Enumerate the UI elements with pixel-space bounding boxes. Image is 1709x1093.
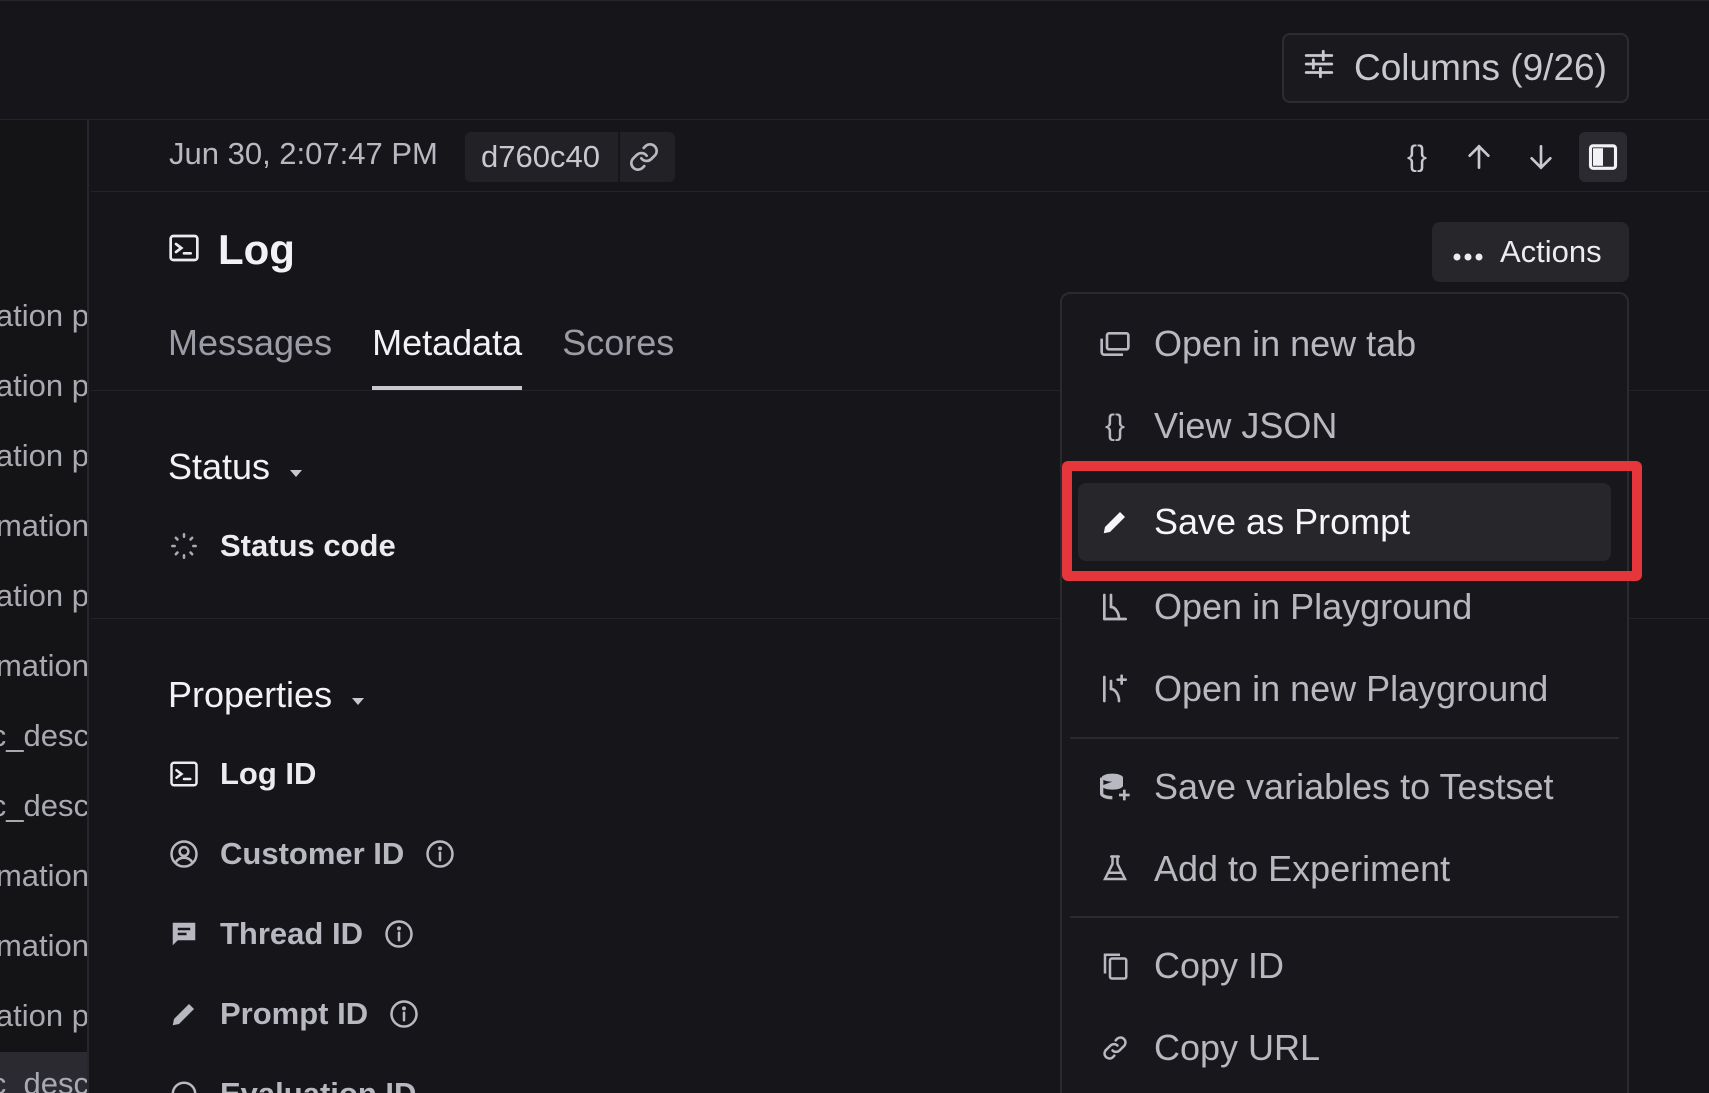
- property-evaluation-id: Evaluation ID: [168, 1076, 416, 1093]
- link-icon: [1098, 1031, 1132, 1065]
- evaluation-icon: [168, 1078, 200, 1093]
- columns-label: Columns (9/26): [1354, 47, 1607, 88]
- arrow-down-icon[interactable]: [1517, 132, 1565, 182]
- user-circle-icon: [168, 838, 200, 870]
- status-code-row: Status code: [168, 528, 396, 564]
- info-icon[interactable]: [383, 918, 415, 950]
- loading-icon: [168, 530, 200, 562]
- list-item[interactable]: ation p: [0, 438, 87, 474]
- property-customer-id: Customer ID: [168, 836, 456, 872]
- info-icon[interactable]: [388, 998, 420, 1030]
- list-item[interactable]: ation p: [0, 368, 87, 404]
- detail-tabs: Messages Metadata Scores: [168, 322, 674, 390]
- copy-icon: [1098, 949, 1132, 983]
- page-title: Log: [168, 226, 295, 274]
- status-section-title: Status: [168, 446, 271, 487]
- menu-item-open-new-tab[interactable]: Open in new tab: [1062, 309, 1627, 379]
- terminal-icon: [168, 758, 200, 790]
- property-prompt-id: Prompt ID: [168, 996, 420, 1032]
- menu-separator: [1070, 737, 1619, 739]
- menu-item-open-new-playground[interactable]: Open in new Playground: [1062, 654, 1627, 724]
- log-list: ation p ation p ation p mation ation p m…: [0, 120, 89, 1093]
- panel-toggle-icon[interactable]: [1579, 132, 1627, 182]
- status-section-toggle[interactable]: Status: [168, 446, 304, 488]
- actions-label: Actions: [1500, 234, 1602, 269]
- detail-header: Jun 30, 2:07:47 PM d760c40 {}: [91, 120, 1709, 192]
- properties-section-title: Properties: [168, 674, 333, 715]
- property-thread-id: Thread ID: [168, 916, 415, 952]
- list-item-selected[interactable]: c_desc: [0, 1052, 87, 1093]
- list-item[interactable]: mation: [0, 858, 87, 894]
- menu-item-save-variables-testset[interactable]: Save variables to Testset: [1062, 752, 1627, 822]
- menu-separator: [1070, 916, 1619, 918]
- actions-menu: Open in new tab {} View JSON Save as Pro…: [1060, 292, 1629, 1093]
- log-hash-chip: d760c40: [465, 132, 675, 182]
- terminal-icon: [168, 232, 200, 269]
- list-item[interactable]: c_desc: [0, 718, 87, 754]
- tab-messages[interactable]: Messages: [168, 322, 332, 390]
- menu-item-add-experiment[interactable]: Add to Experiment: [1062, 834, 1627, 904]
- list-item[interactable]: ation p: [0, 298, 87, 334]
- caret-down-icon: [288, 446, 304, 488]
- pencil-icon: [168, 998, 200, 1030]
- menu-item-save-as-prompt[interactable]: Save as Prompt: [1078, 483, 1611, 561]
- info-icon[interactable]: [424, 838, 456, 870]
- menu-item-open-playground[interactable]: Open in Playground: [1062, 572, 1627, 642]
- page-title-text: Log: [218, 226, 295, 273]
- properties-section-toggle[interactable]: Properties: [168, 674, 366, 716]
- braces-icon[interactable]: {}: [1393, 132, 1441, 182]
- braces-icon: {}: [1104, 409, 1126, 442]
- pencil-icon: [1098, 505, 1132, 539]
- list-item[interactable]: mation: [0, 508, 87, 544]
- top-bar: Columns (9/26): [0, 0, 1709, 120]
- list-item[interactable]: ation p: [0, 578, 87, 614]
- columns-button[interactable]: Columns (9/26): [1282, 33, 1629, 103]
- tab-metadata[interactable]: Metadata: [372, 322, 523, 390]
- status-code-label: Status code: [220, 528, 396, 563]
- more-dots-icon: [1452, 234, 1484, 270]
- menu-item-view-json[interactable]: {} View JSON: [1062, 391, 1627, 461]
- timestamp: Jun 30, 2:07:47 PM: [169, 136, 438, 171]
- menu-item-copy-id[interactable]: Copy ID: [1062, 931, 1627, 1001]
- arrow-up-icon[interactable]: [1455, 132, 1503, 182]
- flask-icon: [1098, 852, 1132, 886]
- list-item[interactable]: mation: [0, 928, 87, 964]
- list-item[interactable]: mation: [0, 648, 87, 684]
- menu-item-copy-url[interactable]: Copy URL: [1062, 1013, 1627, 1083]
- database-plus-icon: [1098, 770, 1132, 804]
- new-tab-icon: [1098, 327, 1132, 361]
- log-hash[interactable]: d760c40: [465, 132, 620, 182]
- list-item[interactable]: ation p: [0, 998, 87, 1034]
- caret-down-icon: [350, 674, 366, 716]
- chat-icon: [168, 918, 200, 950]
- property-log-id: Log ID: [168, 756, 316, 792]
- playground-plus-icon: [1098, 672, 1132, 706]
- list-item[interactable]: c_desc: [0, 788, 87, 824]
- playground-icon: [1098, 590, 1132, 624]
- sliders-icon: [1302, 47, 1336, 90]
- actions-button[interactable]: Actions: [1432, 222, 1629, 282]
- tab-scores[interactable]: Scores: [562, 322, 674, 390]
- link-id-icon[interactable]: [620, 132, 668, 182]
